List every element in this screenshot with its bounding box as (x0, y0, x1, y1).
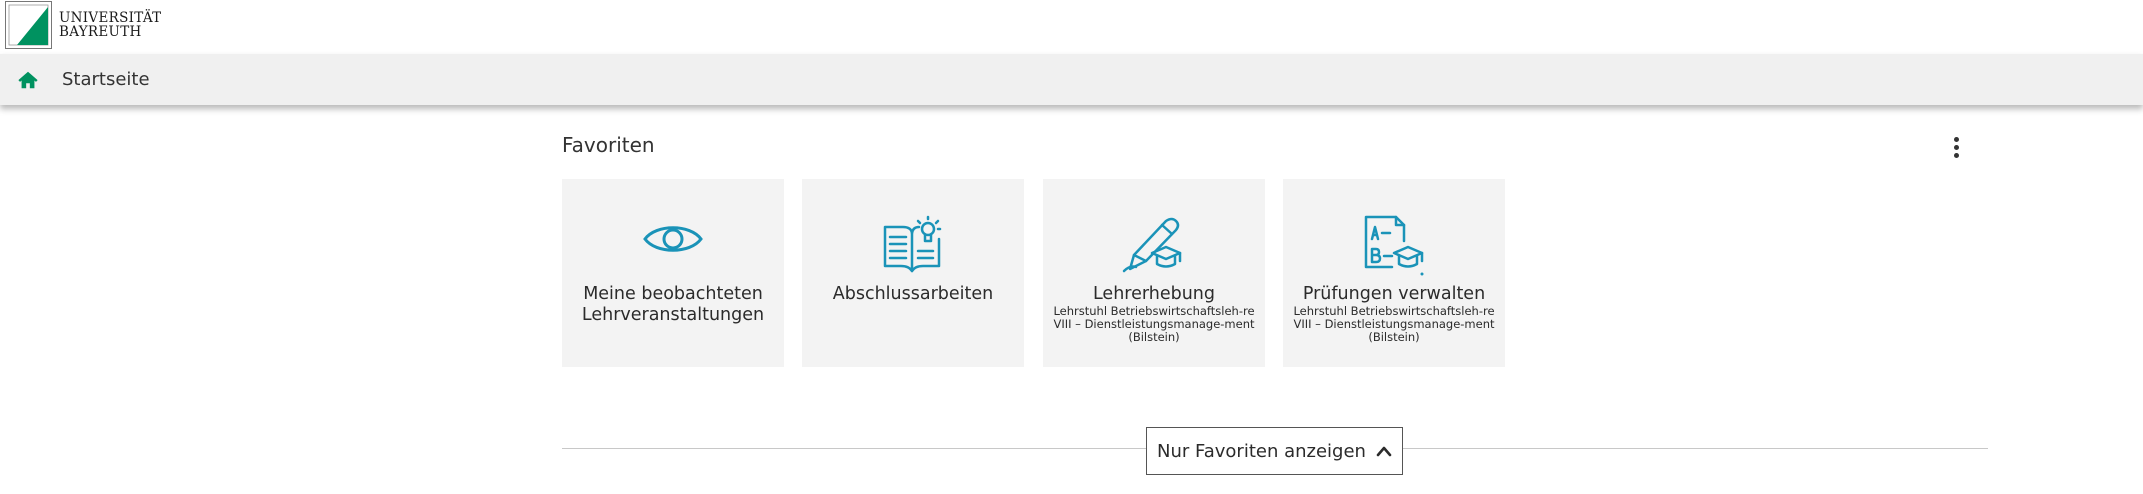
eye-icon (643, 226, 703, 252)
logo-line-2: BAYREUTH (59, 24, 142, 40)
tile-title: Prüfungen verwalten (1302, 284, 1486, 304)
tile-title: Lehrerhebung (1092, 284, 1216, 304)
favorites-title: Favoriten (562, 133, 655, 157)
tile-theses[interactable]: Abschlussarbeiten (802, 179, 1024, 367)
logo-line-1: UNIVERSITÄT (59, 10, 162, 26)
exam-graduation-icon (1364, 215, 1424, 276)
tile-title: Abschlussarbeiten (832, 284, 994, 304)
more-options-icon[interactable] (1949, 133, 1963, 161)
show-favorites-only-label: Nur Favoriten anzeigen (1157, 440, 1366, 462)
tile-observed-courses[interactable]: Meine beobachteten Lehrveranstaltungen (562, 179, 784, 367)
divider-right (1403, 448, 1988, 449)
tile-manage-exams[interactable]: Prüfungen verwalten Lehrstuhl Betriebswi… (1283, 179, 1505, 367)
nav-title-startseite[interactable]: Startseite (62, 69, 150, 90)
chevron-up-icon (1376, 446, 1392, 457)
tile-title: Meine beobachteten Lehrveranstaltungen (581, 284, 765, 325)
tile-subtitle: Lehrstuhl Betriebswirtschaftsleh-re VIII… (1053, 304, 1255, 344)
logo-text: UNIVERSITÄT BAYREUTH (59, 11, 161, 39)
pencil-graduation-icon (1122, 217, 1182, 273)
top-bar: UNIVERSITÄT BAYREUTH (0, 0, 2143, 54)
home-icon[interactable] (17, 69, 39, 91)
nav-bar: Startseite (0, 54, 2143, 105)
tile-subtitle: Lehrstuhl Betriebswirtschaftsleh-re VIII… (1293, 304, 1495, 344)
divider-left (562, 448, 1146, 449)
show-favorites-only-button[interactable]: Nur Favoriten anzeigen (1146, 427, 1403, 475)
book-idea-icon (883, 215, 942, 273)
university-logo[interactable]: UNIVERSITÄT BAYREUTH (5, 0, 161, 50)
tile-teaching-evaluation[interactable]: Lehrerhebung Lehrstuhl Betriebswirtschaf… (1043, 179, 1265, 367)
logo-mark-icon (5, 1, 52, 49)
